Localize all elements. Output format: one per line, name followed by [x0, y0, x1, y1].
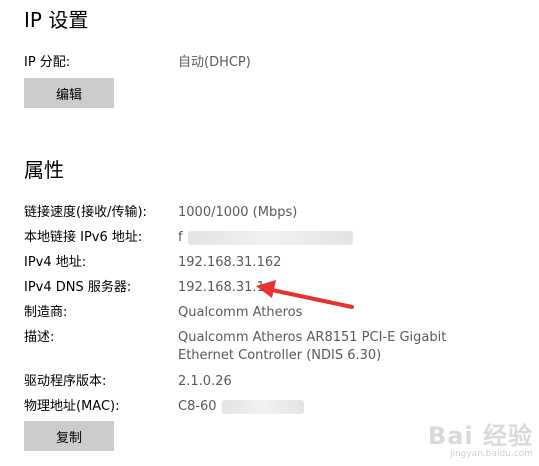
link-speed-value: 1000/1000 (Mbps): [178, 205, 298, 220]
redacted-ipv6-blur: [188, 231, 353, 245]
driver-version-label: 驱动程序版本:: [24, 374, 107, 389]
ipv4-dns-value: 192.168.31.1: [178, 280, 265, 295]
ipv4-dns-label: IPv4 DNS 服务器:: [24, 280, 132, 295]
manufacturer-value: Qualcomm Atheros: [178, 305, 303, 320]
driver-version-value: 2.1.0.26: [178, 374, 232, 389]
watermark-sub: jingyan.baidu.com: [449, 449, 533, 459]
ipv4-address-label: IPv4 地址:: [24, 255, 87, 270]
ip-assignment-label: IP 分配:: [24, 55, 71, 70]
link-speed-label: 链接速度(接收/传输):: [24, 205, 147, 220]
description-label: 描述:: [24, 330, 55, 345]
copy-button[interactable]: 复制: [24, 421, 114, 451]
description-value-line2: Ethernet Controller (NDIS 6.30): [178, 348, 382, 363]
mac-address-label: 物理地址(MAC):: [24, 399, 120, 414]
arrow-icon: [256, 280, 354, 309]
ip-settings-title: IP 设置: [24, 8, 89, 32]
ipv4-address-value: 192.168.31.162: [178, 255, 282, 270]
properties-title: 属性: [24, 158, 64, 182]
baidu-watermark: Bai 经验 jingyan.baidu.com: [428, 423, 533, 460]
description-value-line1: Qualcomm Atheros AR8151 PCI-E Gigabit: [178, 330, 447, 345]
ipv6-value: f: [178, 230, 183, 245]
redacted-mac-blur: [222, 400, 304, 414]
ip-assignment-value: 自动(DHCP): [178, 55, 251, 70]
edit-button[interactable]: 编辑: [24, 78, 114, 108]
ipv6-label: 本地链接 IPv6 地址:: [24, 230, 143, 245]
mac-address-value: C8-60: [178, 399, 217, 414]
manufacturer-label: 制造商:: [24, 305, 68, 320]
watermark-main: Bai 经验: [427, 422, 533, 450]
